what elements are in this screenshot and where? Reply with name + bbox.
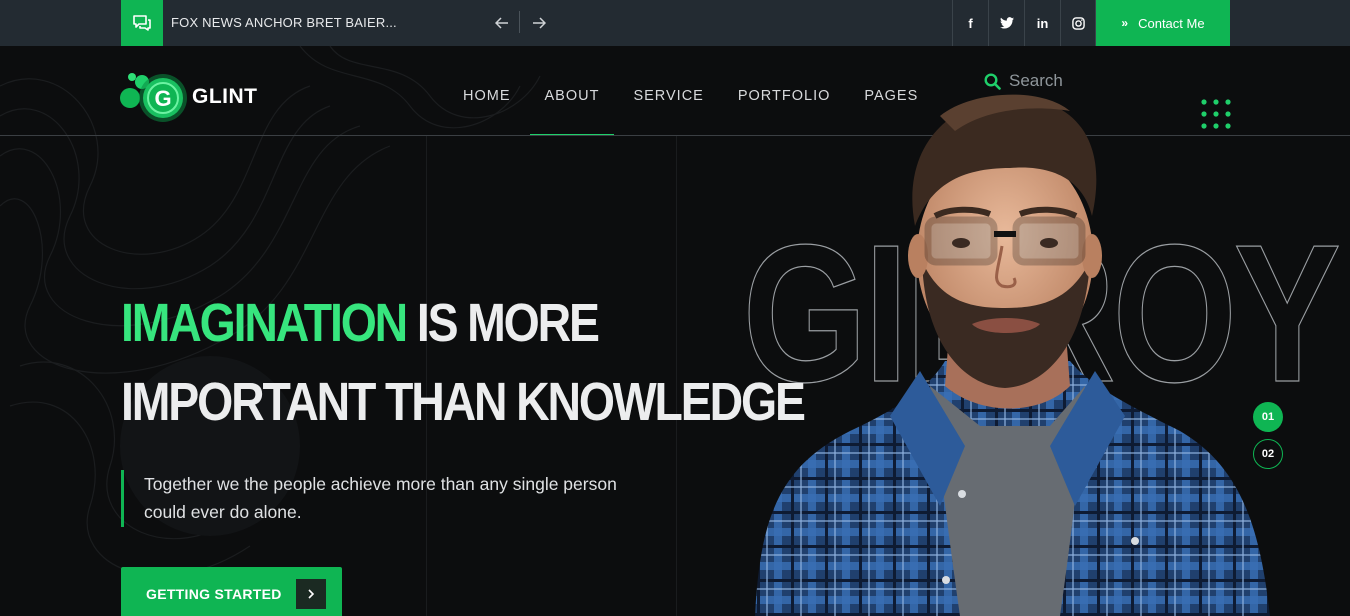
twitter-link[interactable]: [988, 0, 1024, 46]
getting-started-button[interactable]: GETTING STARTED: [121, 567, 342, 616]
logo-letter: G: [154, 86, 171, 111]
news-icon-box: [121, 0, 163, 46]
social-links: f in: [952, 0, 1096, 46]
arrow-left-icon: [495, 17, 508, 29]
nav-home[interactable]: HOME: [463, 88, 511, 104]
nav-service[interactable]: SERVICE: [633, 88, 703, 104]
contact-me-label: Contact Me: [1138, 15, 1205, 31]
ticker-next-button[interactable]: [528, 12, 550, 34]
double-chevron-right-icon: »: [1121, 16, 1129, 30]
ticker-prev-button[interactable]: [491, 12, 513, 34]
linkedin-link[interactable]: in: [1024, 0, 1060, 46]
facebook-link[interactable]: f: [952, 0, 988, 46]
hero-subtitle: Together we the people achieve more than…: [121, 470, 661, 527]
news-headline[interactable]: FOX NEWS ANCHOR BRET BAIER...: [171, 15, 397, 30]
twitter-icon: [999, 17, 1014, 29]
hero-title-line2: IMPORTANT THAN KNOWLEDGE: [121, 372, 806, 432]
linkedin-icon: in: [1036, 15, 1049, 31]
contact-me-button[interactable]: » Contact Me: [1096, 0, 1230, 46]
slide-01-button[interactable]: 01: [1253, 402, 1283, 432]
chevron-right-icon: [296, 579, 326, 609]
hero-title-rest-line1: IS MORE: [406, 293, 600, 353]
instagram-icon: [1071, 16, 1085, 30]
ticker-divider: [519, 11, 520, 33]
slide-02-button[interactable]: 02: [1253, 439, 1283, 469]
nav-about[interactable]: ABOUT: [529, 88, 615, 136]
hero-portrait-image: [755, 94, 1270, 616]
chat-icon: [133, 15, 151, 31]
instagram-link[interactable]: [1060, 0, 1096, 46]
hero-title-accent: IMAGINATION: [121, 293, 408, 353]
facebook-icon: f: [968, 15, 973, 31]
logo-text[interactable]: GLINT: [192, 85, 258, 109]
top-bar: FOX NEWS ANCHOR BRET BAIER... f in » Con…: [0, 0, 1350, 46]
arrow-right-icon: [533, 17, 546, 29]
hero-title: IMAGINATION IS MORE IMPORTANT THAN KNOWL…: [121, 284, 806, 442]
getting-started-label: GETTING STARTED: [146, 586, 282, 602]
